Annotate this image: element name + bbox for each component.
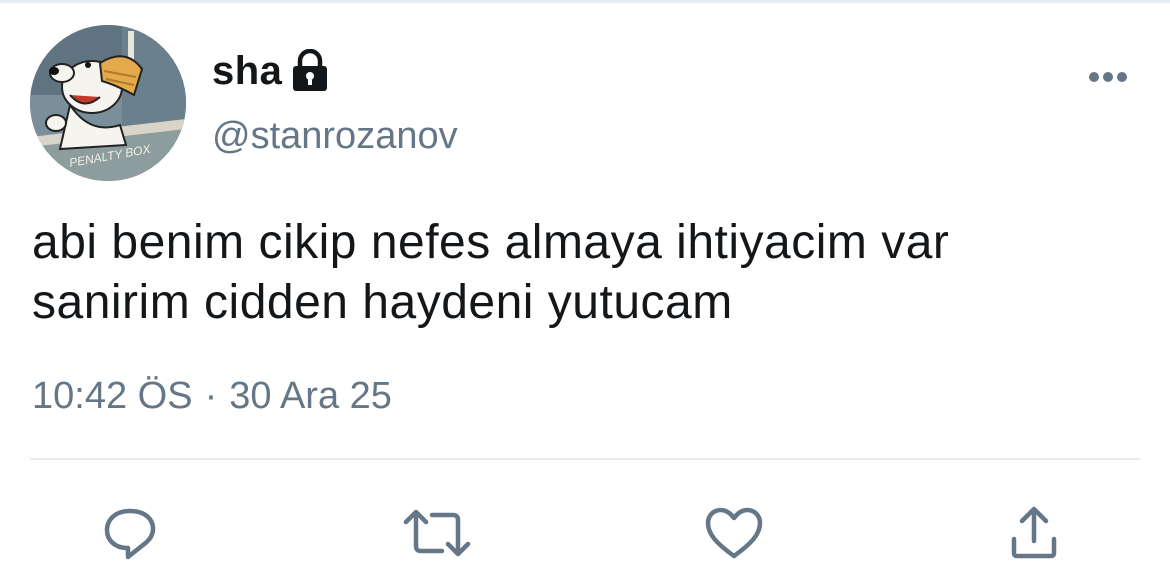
share-button[interactable] (1004, 503, 1064, 563)
display-name[interactable]: sha (212, 49, 282, 94)
divider (30, 458, 1140, 460)
timestamp[interactable]: 10:42 ÖS · 30 Ara 25 (32, 375, 392, 418)
reply-button[interactable] (100, 503, 160, 563)
more-horizontal-icon[interactable] (1086, 65, 1130, 89)
reply-icon (101, 505, 159, 561)
tweet-date: 30 Ara 25 (229, 375, 392, 417)
like-button[interactable] (704, 503, 764, 563)
tweet-text-line: sanirim cidden haydeni yutucam (32, 276, 733, 329)
tweet-text-line: abi benim cikip nefes almaya ihtiyacim v… (32, 216, 950, 269)
retweet-icon (402, 508, 472, 558)
avatar-image: PENALTY BOX (30, 25, 186, 181)
tweet-text: abi benim cikip nefes almaya ihtiyacim v… (32, 213, 1142, 333)
retweet-button[interactable] (402, 503, 472, 563)
display-name-row: sha (212, 43, 330, 99)
timestamp-separator: · (204, 375, 218, 417)
share-icon (1008, 505, 1060, 561)
lock-icon (290, 48, 330, 93)
heart-icon (704, 506, 764, 560)
user-handle[interactable]: @stanrozanov (212, 115, 458, 158)
avatar[interactable]: PENALTY BOX (30, 25, 186, 181)
tweet-time: 10:42 ÖS (32, 375, 193, 417)
tweet-card: PENALTY BOX sha @stanrozanov abi benim c… (0, 0, 1170, 567)
